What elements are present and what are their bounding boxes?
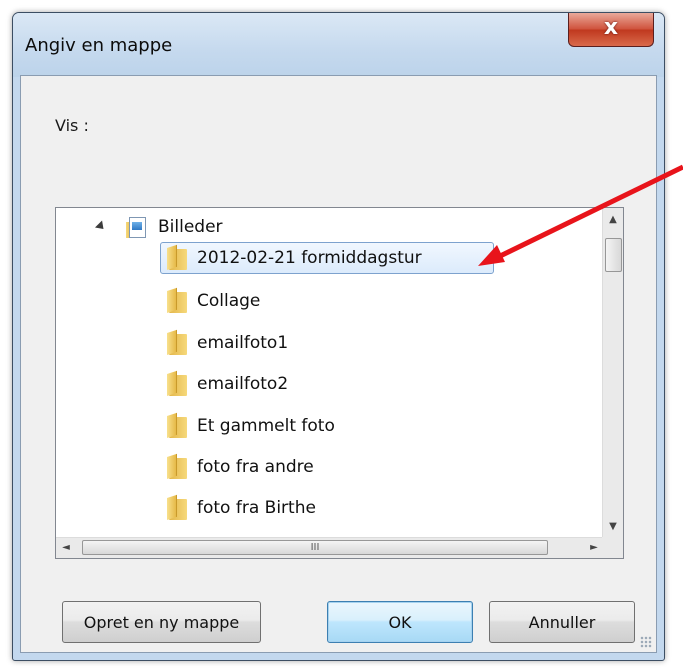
tree-item-foto-fra-andre[interactable]: foto fra andre [167,451,314,483]
tree-item-label: Et gammelt foto [197,416,335,436]
tree-item-collage[interactable]: Collage [167,285,260,317]
folder-icon [167,287,187,313]
tree-item-2012-02-21-formiddagstur[interactable]: 2012-02-21 formiddagstur [160,242,494,274]
tree-item-foto-fra-birthe[interactable]: foto fra Birthe [167,492,316,524]
folder-icon [167,412,187,438]
folder-icon [167,370,187,396]
new-folder-button[interactable]: Opret en ny mappe [62,601,261,643]
folder-icon [167,494,187,520]
scroll-right-icon[interactable]: ► [584,538,604,558]
vis-label: Vis : [55,116,89,135]
folder-icon [167,329,187,355]
tree-item-label: emailfoto2 [197,374,289,394]
folder-tree[interactable]: Billeder 2012-02-21 formiddagstur Collag… [55,207,624,559]
folder-icon [167,453,187,479]
vertical-scroll-thumb[interactable] [605,238,622,272]
resize-grip-icon[interactable] [640,636,652,648]
tree-item-label: Collage [197,291,261,311]
window-title: Angiv en mappe [25,35,173,56]
scrollbar-corner [602,537,623,558]
close-icon: x [603,15,619,40]
close-button[interactable]: x [568,13,654,47]
folder-icon [167,244,187,270]
ok-button[interactable]: OK [327,601,473,643]
vertical-scrollbar[interactable]: ▲ ▼ [602,208,623,539]
expand-arrow-icon[interactable] [94,220,108,233]
tree-item-et-gammelt-foto[interactable]: Et gammelt foto [167,410,335,442]
library-pictures-icon [126,216,148,238]
tree-item-label: 2012-02-21 formiddagstur [197,248,422,268]
tree-item-label: foto fra andre [197,457,314,477]
cancel-button[interactable]: Annuller [489,601,635,643]
tree-item-label: Billeder [158,217,223,237]
scroll-up-icon[interactable]: ▲ [603,208,623,232]
scroll-down-icon[interactable]: ▼ [603,515,623,539]
tree-item-label: emailfoto1 [197,333,289,353]
scroll-left-icon[interactable]: ◄ [56,538,76,558]
tree-item-billeder[interactable]: Billeder [94,211,223,243]
horizontal-scrollbar[interactable]: ◄ III ► [56,537,604,558]
horizontal-scroll-thumb[interactable]: III [82,540,548,555]
tree-item-label: foto fra Birthe [197,498,316,518]
tree-item-emailfoto1[interactable]: emailfoto1 [167,327,288,359]
tree-item-emailfoto2[interactable]: emailfoto2 [167,368,288,400]
dialog-body: Vis : Billeder 2012-02-21 formiddagstur … [20,75,657,653]
folder-picker-dialog: Angiv en mappe x Vis : Billeder 2012-02-… [12,12,665,661]
title-bar[interactable]: Angiv en mappe x [13,13,664,77]
